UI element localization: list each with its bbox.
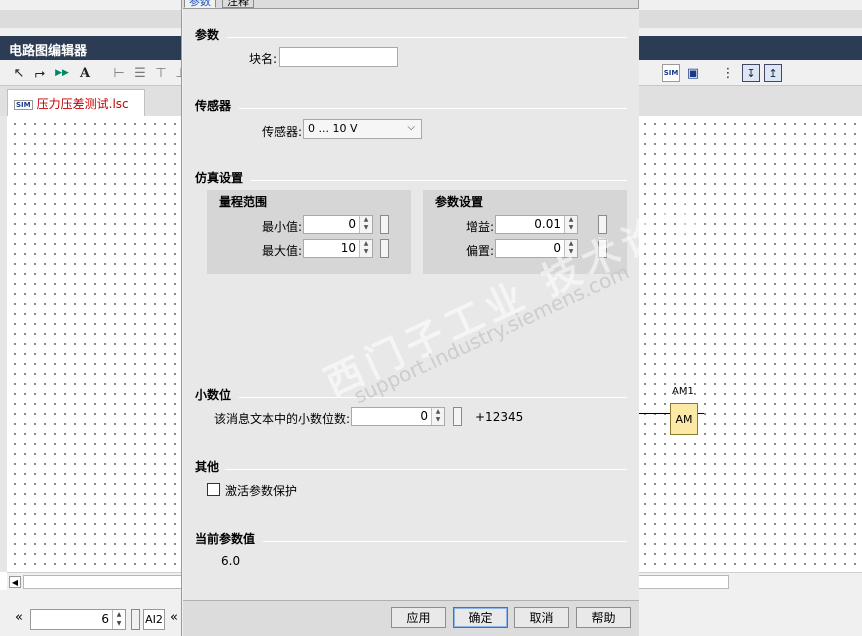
input-selector[interactable]: AI2 [143,609,165,630]
sensor-field-label: 传感器: [262,125,303,139]
select-arrow-icon[interactable]: ↖ [10,64,28,82]
offset-value: 0 [553,241,561,255]
document-tab-label: 压力压差测试.lsc [36,97,129,111]
analog-math-block[interactable]: AM [670,403,698,435]
tab-comments[interactable]: 注释 [222,0,254,8]
param-group: 参数设置 增益: 0.01 ▲ ▼ 偏置: 0 ▲ ▼ [423,190,627,274]
min-value-spinner[interactable]: 0 ▲ ▼ [303,215,373,234]
offset-label: 偏置: [466,244,495,258]
align-top-icon[interactable]: ⊤ [152,64,170,82]
next-button[interactable]: « [170,610,178,625]
prev-button[interactable]: « [15,610,23,625]
chevron-down-icon: ⌵ [407,122,415,133]
spinner-arrows-icon[interactable]: ▲ ▼ [564,216,577,233]
section-divider [225,469,627,470]
download-icon[interactable]: ↧ [742,64,760,82]
offset-spinner[interactable]: 0 ▲ ▼ [495,239,578,258]
align-right-icon[interactable]: ☰ [131,64,149,82]
section-divider [239,108,627,109]
ok-button[interactable]: 确定 [453,607,508,628]
sim-doc-icon: SIM [14,99,33,110]
param-group-title: 参数设置 [435,195,484,209]
dialog-tabstrip: 参数 注释 [182,0,638,8]
analog-value: 6 [101,612,109,626]
section-divider [239,397,627,398]
grid-icon[interactable]: ⋮ [719,64,737,82]
apply-button[interactable]: 应用 [391,607,446,628]
section-divider [263,541,627,542]
slider-handle-icon[interactable] [453,407,462,426]
section-simulation-title: 仿真设置 [195,171,244,185]
min-value: 0 [348,217,356,231]
max-value-label: 最大值: [262,244,303,258]
align-left-icon[interactable]: ⊢ [110,64,128,82]
protect-checkbox[interactable] [207,483,220,496]
slider-handle-icon[interactable] [598,239,607,258]
slider-handle-icon[interactable] [380,215,389,234]
section-divider [251,180,627,181]
section-current-title: 当前参数值 [195,532,256,546]
canvas-left-bar [0,116,7,572]
upload-icon[interactable]: ↥ [764,64,782,82]
slider-handle-icon[interactable] [131,609,140,630]
simulation-icon[interactable]: SIM [662,64,680,82]
decimal-preview: +12345 [475,410,524,424]
connect-icon[interactable]: ⮣ [31,64,49,82]
protect-label: 激活参数保护 [225,484,298,498]
tab-parameters[interactable]: 参数 [184,0,216,8]
section-params-title: 参数 [195,28,220,42]
section-sensor-title: 传感器 [195,99,232,113]
section-decimal-title: 小数位 [195,388,232,402]
constant-icon[interactable]: ▶▶ [53,64,71,82]
max-value: 10 [340,241,356,255]
spinner-arrows-icon[interactable]: ▲ ▼ [359,216,372,233]
spinner-arrows-icon[interactable]: ▲ ▼ [359,240,372,257]
range-group: 量程范围 最小值: 0 ▲ ▼ 最大值: 10 ▲ ▼ [207,190,411,274]
sensor-select-value: 0 ... 10 V [308,122,358,135]
scroll-left-icon[interactable]: ◀ [9,576,21,588]
block-name-label: AM1 [672,386,694,397]
max-value-spinner[interactable]: 10 ▲ ▼ [303,239,373,258]
gain-value: 0.01 [534,217,561,231]
section-other-title: 其他 [195,460,220,474]
gain-label: 增益: [466,220,495,234]
document-tab[interactable]: SIM 压力压差测试.lsc [7,89,145,116]
text-tool-icon[interactable]: A [76,64,94,82]
current-value: 6.0 [221,554,241,568]
slider-handle-icon[interactable] [598,215,607,234]
gain-spinner[interactable]: 0.01 ▲ ▼ [495,215,578,234]
spinner-arrows-icon[interactable]: ▲ ▼ [431,408,444,425]
decimals-spinner[interactable]: 0 ▲ ▼ [351,407,445,426]
spinner-arrows-icon[interactable]: ▲ ▼ [564,240,577,257]
dialog-button-row: 应用 确定 取消 帮助 [183,600,639,636]
input-wire [638,413,670,414]
slider-handle-icon[interactable] [380,239,389,258]
dialog-body: 参数 块名: 传感器 传感器: 0 ... 10 V ⌵ 仿真设置 量程范围 最… [183,8,639,600]
online-test-icon[interactable]: ▣ [684,64,702,82]
section-divider [227,37,627,38]
output-wire [698,413,704,414]
spinner-arrows-icon[interactable]: ▲ ▼ [112,610,125,629]
sensor-select[interactable]: 0 ... 10 V ⌵ [303,119,422,139]
range-group-title: 量程范围 [219,195,268,209]
block-name-field-label: 块名: [249,52,278,66]
decimals-value: 0 [420,409,428,423]
min-value-label: 最小值: [262,220,303,234]
block-properties-dialog: 参数 注释 参数 块名: 传感器 传感器: 0 ... 10 V ⌵ 仿真设置 … [181,0,639,636]
cancel-button[interactable]: 取消 [514,607,569,628]
block-name-input[interactable] [279,47,398,67]
help-button[interactable]: 帮助 [576,607,631,628]
decimals-label: 该消息文本中的小数位数: [214,412,351,426]
analog-value-spinner[interactable]: 6 ▲ ▼ [30,609,126,630]
